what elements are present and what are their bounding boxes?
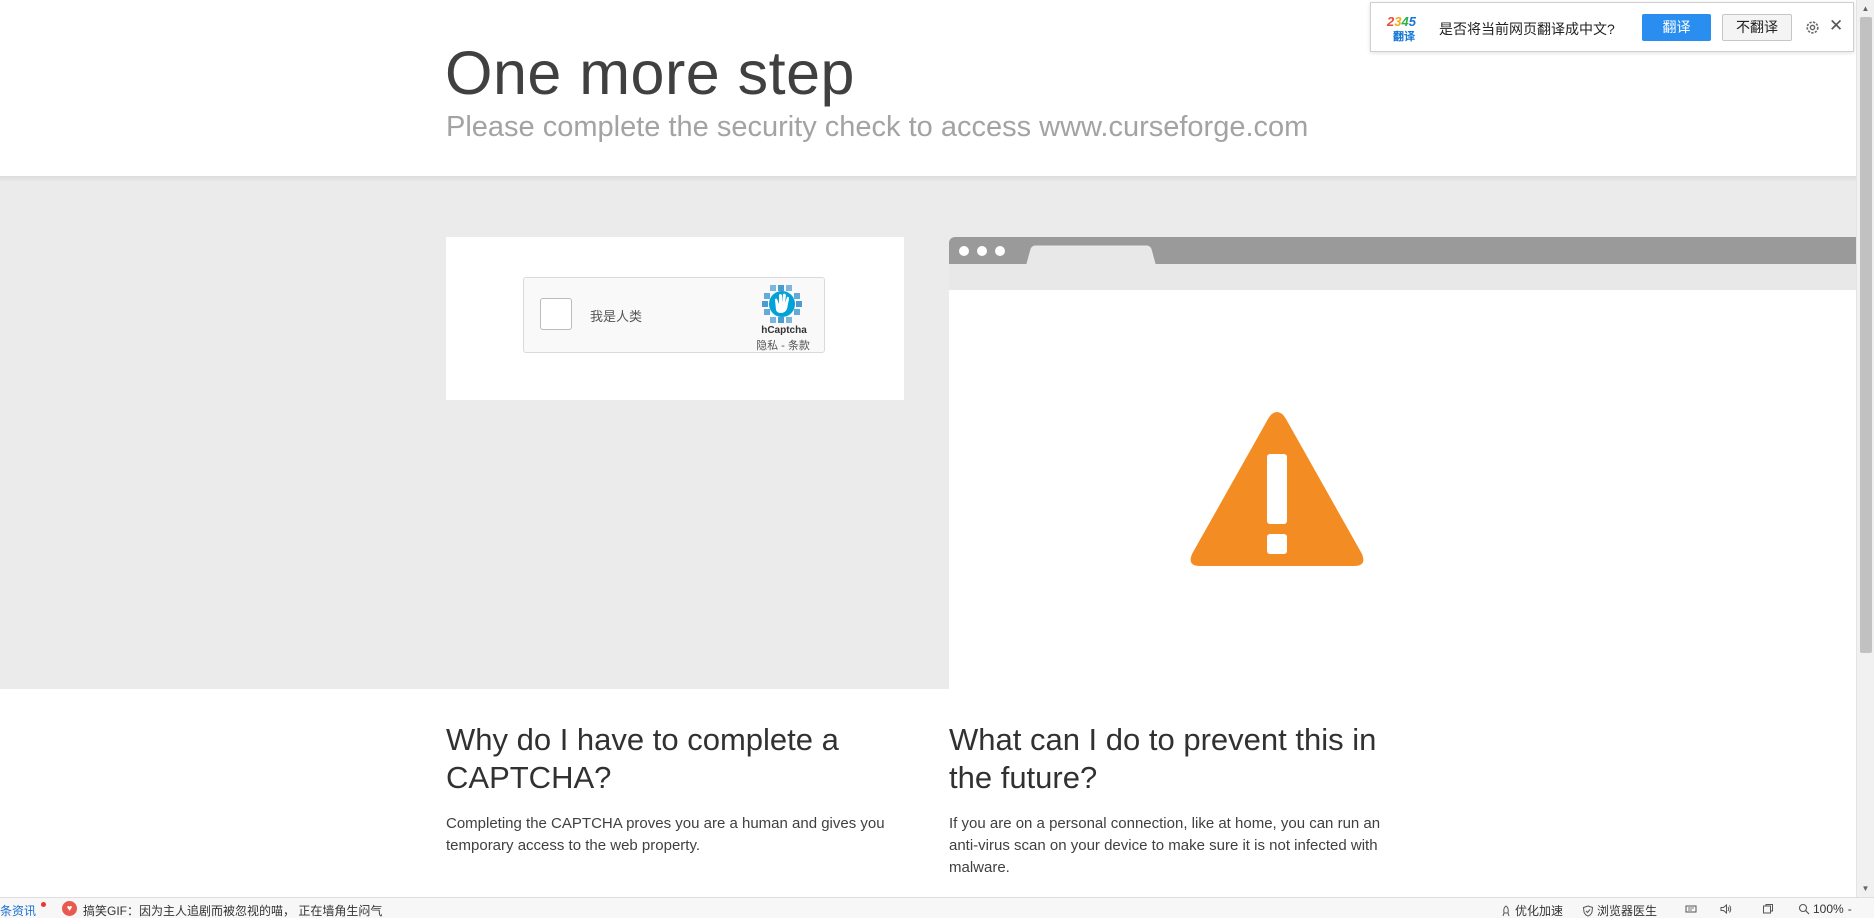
privacy-link[interactable]: 隐私: [756, 340, 778, 352]
translate-logo-icon: 2345 翻译: [1387, 14, 1427, 43]
optimize-label: 优化加速: [1515, 904, 1564, 918]
vertical-scrollbar[interactable]: ▲ ▼: [1856, 0, 1874, 897]
warning-triangle-icon: [1190, 412, 1364, 566]
window-icon: [1763, 904, 1773, 914]
translate-popup: 2345 翻译 是否将当前网页翻译成中文? 翻译 不翻译 ✕: [1370, 2, 1854, 52]
speaker-icon: [1720, 903, 1732, 915]
browser-viewport: One more step Please complete the securi…: [0, 0, 1874, 918]
hcaptcha-links: 隐私 - 条款: [752, 337, 814, 353]
optimize-button[interactable]: 优化加速: [1500, 902, 1563, 918]
browser-doctor-button[interactable]: 浏览器医生: [1582, 902, 1657, 918]
terms-link[interactable]: 条款: [788, 340, 810, 352]
magnifier-icon: [1798, 903, 1810, 915]
no-translate-button[interactable]: 不翻译: [1722, 14, 1792, 41]
volume-button[interactable]: [1718, 902, 1737, 916]
translate-button[interactable]: 翻译: [1642, 14, 1711, 41]
scrollbar-thumb[interactable]: [1860, 17, 1872, 653]
mockup-tab: [1026, 245, 1156, 265]
news-headline[interactable]: 搞笑GIF：因为主人追剧而被忽视的喵， 正在墙角生闷气: [83, 902, 382, 918]
browser-status-bar: 条资讯 ♥ 搞笑GIF：因为主人追剧而被忽视的喵， 正在墙角生闷气 优化加速 浏…: [0, 897, 1874, 918]
hcaptcha-logo-icon: [762, 285, 802, 323]
mode-icon: [1685, 905, 1697, 913]
translate-logo-number: 2345: [1387, 14, 1416, 29]
shield-icon: [1582, 905, 1594, 917]
news-link[interactable]: 条资讯: [0, 902, 36, 918]
close-icon[interactable]: ✕: [1829, 16, 1843, 36]
window-button[interactable]: [1762, 902, 1777, 916]
mockup-body: [949, 290, 1856, 689]
mockup-toolbar: [949, 264, 1856, 290]
rocket-icon: [1502, 905, 1510, 917]
notification-dot: [41, 902, 46, 907]
ie-mode-button[interactable]: [1682, 902, 1703, 916]
mockup-dot: [959, 246, 969, 256]
links-separator: -: [778, 340, 788, 352]
zoom-control[interactable]: 100% -: [1798, 902, 1852, 916]
band-shadow: [0, 176, 1856, 182]
page-title: One more step: [445, 39, 855, 107]
prevent-heading: What can I do to prevent this in the fut…: [949, 722, 1377, 795]
captcha-checkbox-label: 我是人类: [590, 309, 643, 324]
translate-logo-label: 翻译: [1393, 31, 1415, 43]
mockup-dot: [977, 246, 987, 256]
scroll-down-icon[interactable]: ▼: [1857, 880, 1874, 897]
hcaptcha-brand: hCaptcha: [761, 325, 807, 336]
heart-icon: ♥: [62, 901, 77, 916]
scroll-up-icon[interactable]: ▲: [1857, 0, 1874, 17]
mockup-dot: [995, 246, 1005, 256]
why-captcha-text: Completing the CAPTCHA proves you are a …: [446, 815, 885, 854]
page-subtitle: Please complete the security check to ac…: [446, 111, 1309, 143]
captcha-checkbox[interactable]: [540, 298, 572, 330]
why-captcha-heading: Why do I have to complete a CAPTCHA?: [446, 722, 839, 795]
doctor-label: 浏览器医生: [1597, 904, 1658, 918]
prevent-text: If you are on a personal connection, lik…: [949, 815, 1381, 876]
gear-icon[interactable]: [1804, 19, 1821, 36]
zoom-level: 100%: [1813, 902, 1844, 916]
hcaptcha-widget: 我是人类 hCaptcha 隐私 - 条款: [523, 277, 825, 353]
translate-question: 是否将当前网页翻译成中文?: [1439, 21, 1615, 37]
zoom-dropdown-icon[interactable]: -: [1848, 902, 1852, 916]
